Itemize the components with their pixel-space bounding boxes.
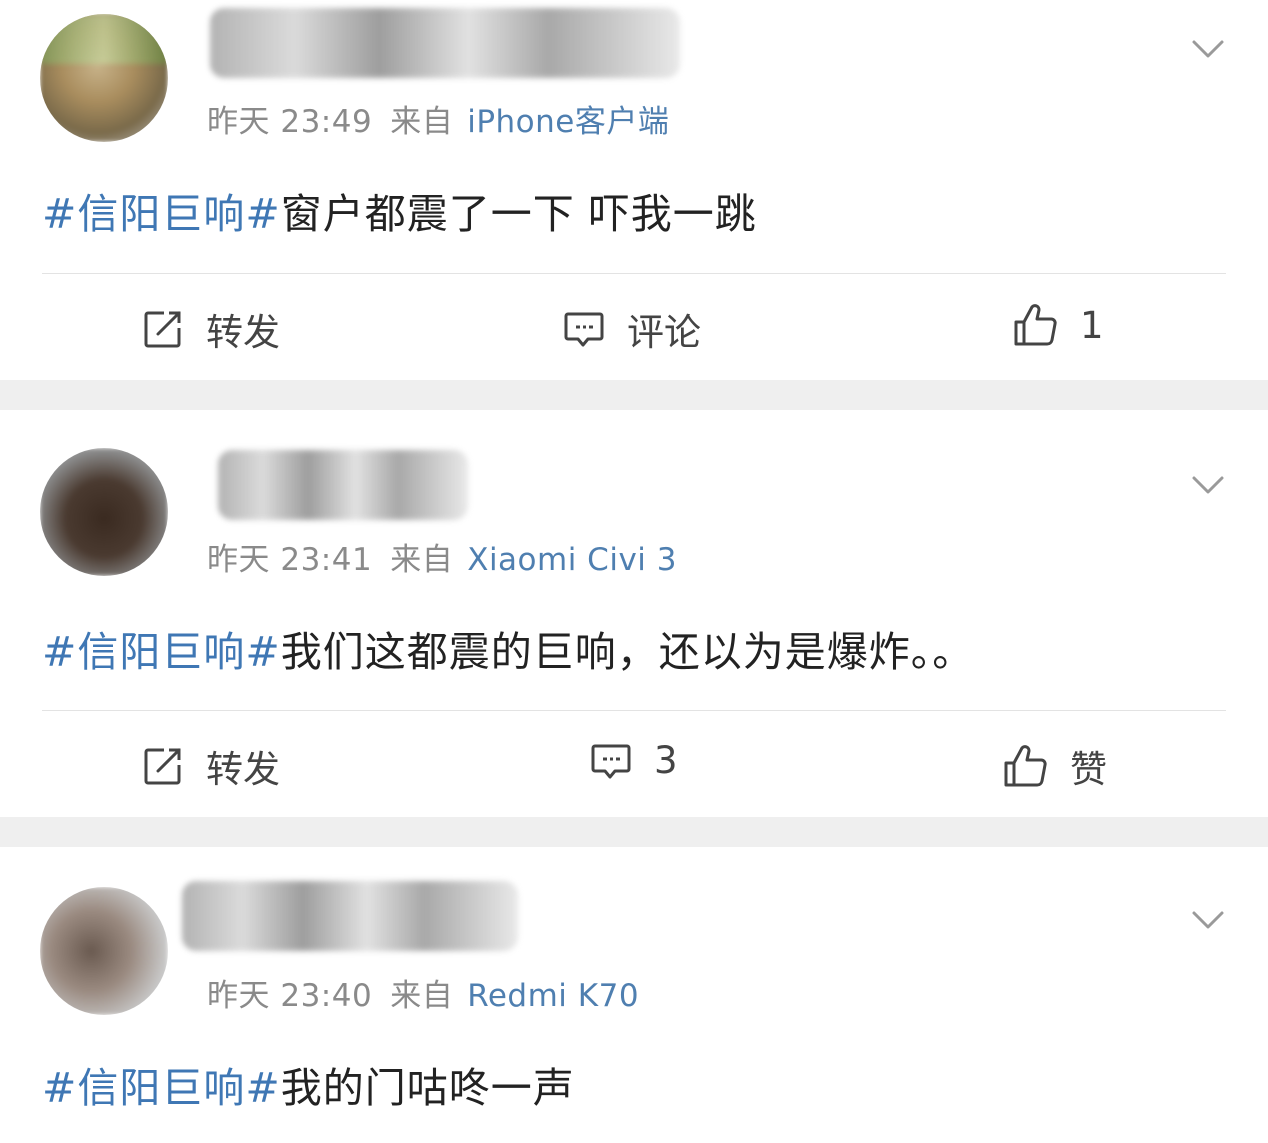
username-redacted[interactable] <box>210 8 680 78</box>
repost-label: 转发 <box>206 748 280 791</box>
repost-icon <box>144 311 181 348</box>
post-meta: 昨天 23:41 来自 Xiaomi Civi 3 <box>207 534 677 579</box>
comment-count: 3 <box>654 739 678 782</box>
repost-label: 转发 <box>206 311 280 354</box>
post-source[interactable]: iPhone客户端 <box>467 104 669 140</box>
avatar[interactable] <box>40 887 168 1015</box>
divider <box>42 710 1226 711</box>
post-content: #信阳巨响#窗户都震了一下 吓我一跳 <box>42 180 757 240</box>
thumbs-up-icon <box>1004 745 1047 787</box>
post-source[interactable]: Xiaomi Civi 3 <box>467 542 677 578</box>
chevron-down-icon[interactable] <box>1190 466 1226 502</box>
comment-button[interactable]: 评论 <box>563 302 701 356</box>
like-count: 1 <box>1080 303 1104 347</box>
chevron-down-icon[interactable] <box>1190 901 1226 937</box>
post-separator <box>0 817 1268 847</box>
from-label: 来自 <box>390 104 454 140</box>
post-time: 昨天 23:40 <box>207 978 373 1014</box>
post-text: 我们这都震的巨响，还以为是爆炸。。 <box>280 628 975 676</box>
divider <box>42 273 1226 274</box>
topic-link[interactable]: #信阳巨响# <box>42 190 281 238</box>
like-button[interactable]: 赞 <box>1002 739 1107 793</box>
post-separator <box>0 380 1268 410</box>
post-meta: 昨天 23:40 来自 Redmi K70 <box>207 970 639 1015</box>
repost-button[interactable]: 转发 <box>142 739 280 793</box>
post-time: 昨天 23:41 <box>207 542 373 578</box>
from-label: 来自 <box>390 542 454 578</box>
post-card: 昨天 23:40 来自 Redmi K70 #信阳巨响#我的门咕咚一声 <box>0 847 1268 1143</box>
post-source[interactable]: Redmi K70 <box>467 978 639 1014</box>
chevron-down-icon[interactable] <box>1190 30 1226 66</box>
thumbs-up-icon <box>1014 304 1057 346</box>
from-label: 来自 <box>390 978 454 1014</box>
repost-button[interactable]: 转发 <box>142 302 280 356</box>
post-text: 我的门咕咚一声 <box>280 1064 575 1112</box>
avatar[interactable] <box>40 14 168 142</box>
topic-link[interactable]: #信阳巨响# <box>42 628 281 676</box>
username-redacted[interactable] <box>218 450 468 520</box>
repost-icon <box>144 748 181 785</box>
post-content: #信阳巨响#我的门咕咚一声 <box>42 1054 575 1114</box>
post-content: #信阳巨响#我们这都震的巨响，还以为是爆炸。。 <box>42 618 974 678</box>
post-meta: 昨天 23:49 来自 iPhone客户端 <box>207 96 669 141</box>
comment-icon <box>591 744 631 778</box>
username-redacted[interactable] <box>182 881 518 951</box>
topic-link[interactable]: #信阳巨响# <box>42 1064 281 1112</box>
post-time: 昨天 23:49 <box>207 104 373 140</box>
post-card: 昨天 23:49 来自 iPhone客户端 #信阳巨响#窗户都震了一下 吓我一跳 转… <box>0 0 1268 380</box>
post-text: 窗户都震了一下 吓我一跳 <box>280 190 757 238</box>
comment-label: 评论 <box>627 311 701 354</box>
comment-icon <box>564 312 604 347</box>
avatar[interactable] <box>40 448 168 576</box>
comment-button[interactable]: 3 <box>590 739 678 782</box>
like-label: 赞 <box>1070 748 1107 791</box>
post-card: 昨天 23:41 来自 Xiaomi Civi 3 #信阳巨响#我们这都震的巨响，还… <box>0 410 1268 817</box>
like-button[interactable]: 1 <box>1012 302 1104 348</box>
